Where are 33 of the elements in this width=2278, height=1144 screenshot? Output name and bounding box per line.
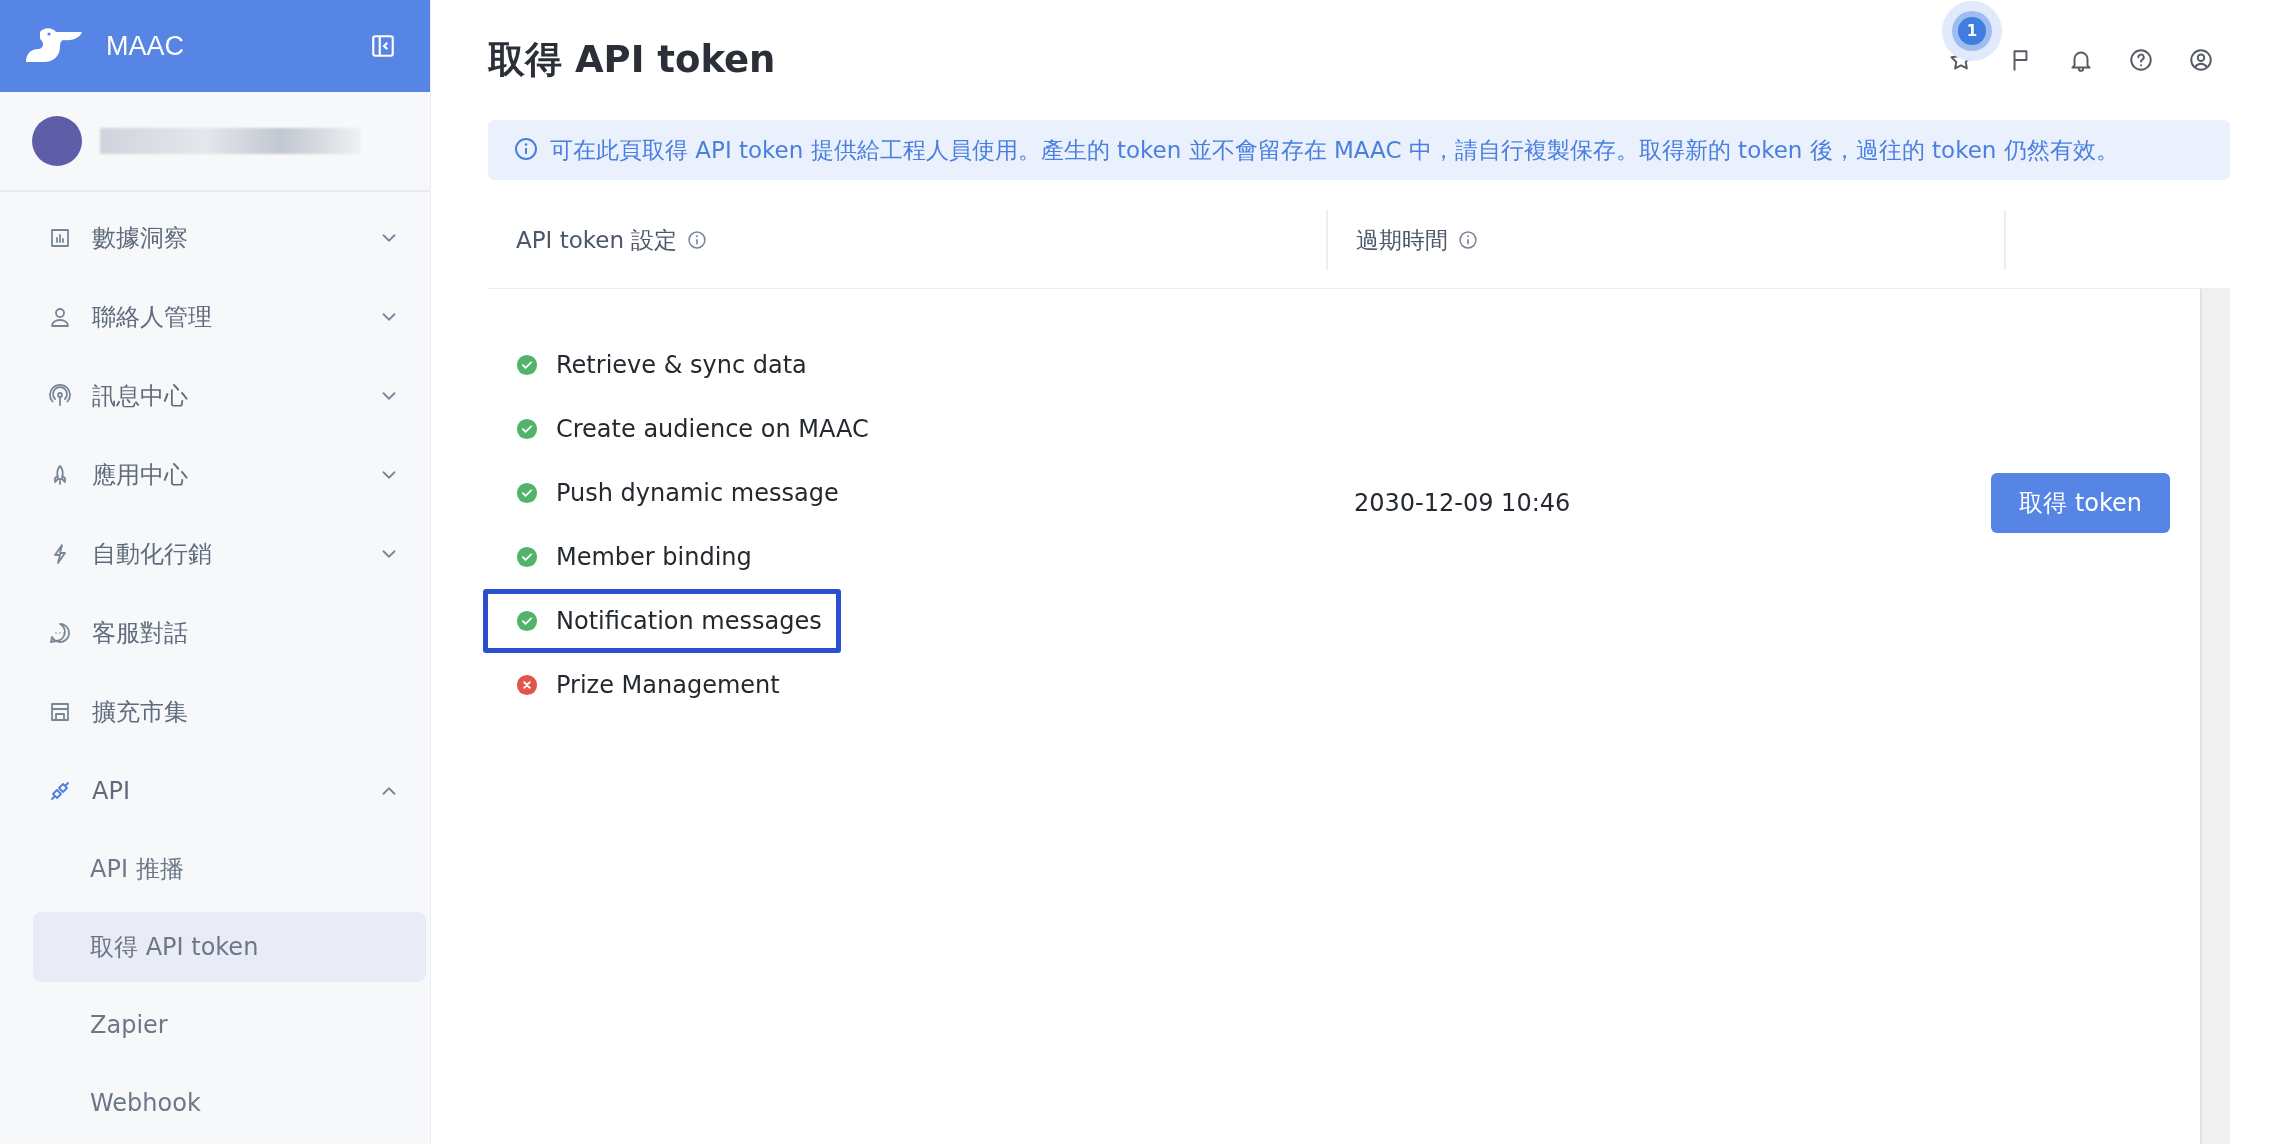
sidebar-item[interactable]: 訊息中心 bbox=[0, 356, 430, 435]
permission-label: Notification messages bbox=[556, 607, 822, 636]
submenu-item[interactable]: API 推播 bbox=[33, 834, 426, 904]
help-icon[interactable] bbox=[2128, 47, 2154, 73]
submenu-item[interactable]: Zapier bbox=[33, 990, 426, 1060]
permission-label: Retrieve & sync data bbox=[556, 351, 807, 380]
get-token-button[interactable]: 取得 token bbox=[1991, 473, 2170, 534]
info-icon bbox=[687, 230, 708, 251]
sidebar-item[interactable]: 客服對話 bbox=[0, 593, 430, 672]
info-text: 可在此頁取得 API token 提供給工程人員使用。產生的 token 並不會留存在 MAAC 中，請自行複製保存。取得新的 token 後，過往的 token 仍然有效。 bbox=[550, 136, 2119, 165]
column-header: 過期時間 bbox=[1356, 225, 1448, 255]
sidebar-item[interactable]: 數據洞察 bbox=[0, 198, 430, 277]
submenu-item[interactable]: 取得 API token bbox=[33, 912, 426, 982]
sidebar-item[interactable]: 擴充市集 bbox=[0, 672, 430, 751]
sidebar-item[interactable]: 自動化行銷 bbox=[0, 514, 430, 593]
collapse-sidebar-icon[interactable] bbox=[370, 33, 396, 59]
page-title: 取得 API token bbox=[488, 37, 776, 83]
permission-label: Prize Management bbox=[556, 671, 780, 700]
sidebar-item[interactable]: 聯絡人管理 bbox=[0, 277, 430, 356]
user-account-icon[interactable] bbox=[2188, 47, 2214, 73]
sidebar-item[interactable]: API bbox=[0, 751, 430, 830]
column-header: API token 設定 bbox=[516, 225, 678, 255]
permission-label: Create audience on MAAC bbox=[556, 415, 869, 444]
info-icon bbox=[1458, 230, 1478, 251]
sidebar-item[interactable]: 應用中心 bbox=[0, 435, 430, 514]
permission-label: Member binding bbox=[556, 543, 752, 572]
info-icon bbox=[514, 137, 538, 161]
submenu-item[interactable]: Webhook bbox=[33, 1068, 426, 1138]
expiry-date: 2030-12-09 10:46 bbox=[1354, 489, 1571, 518]
avatar-circle bbox=[32, 116, 82, 166]
permission-label: Push dynamic message bbox=[556, 479, 839, 508]
scrollbar-track[interactable] bbox=[2200, 289, 2230, 1144]
brand-name: MAAC bbox=[106, 30, 185, 62]
